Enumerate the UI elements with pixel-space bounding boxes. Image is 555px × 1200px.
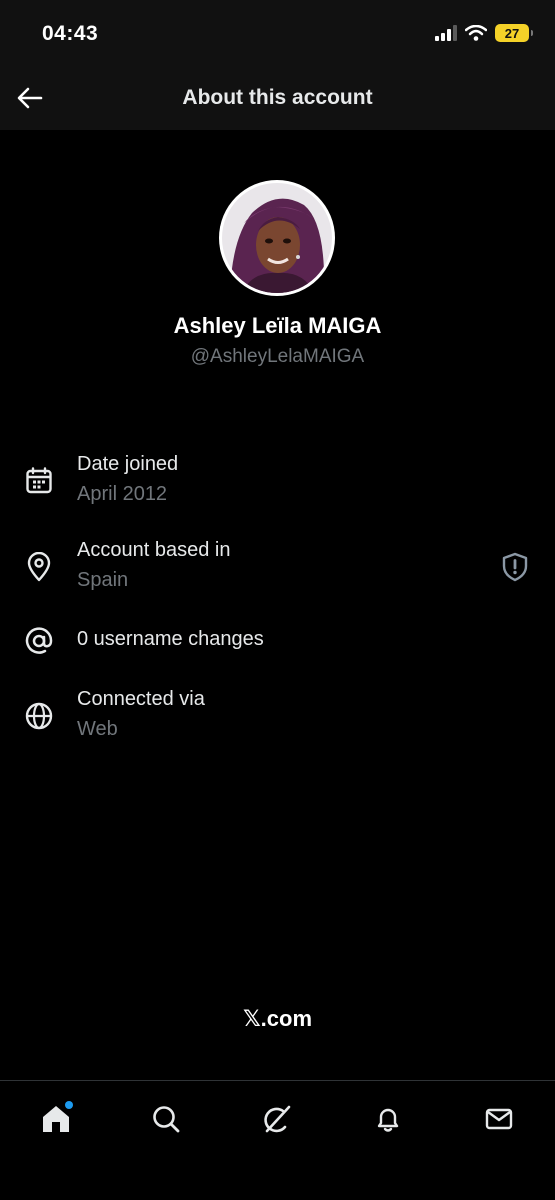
wifi-icon — [465, 25, 487, 41]
username-changes-label: 0 username changes — [77, 628, 264, 650]
nav-home[interactable] — [36, 1099, 76, 1139]
nav-notifications[interactable] — [368, 1099, 408, 1139]
page-title: About this account — [182, 86, 373, 109]
status-time: 04:43 — [42, 22, 99, 45]
nav-search[interactable] — [146, 1099, 186, 1139]
signal-icon — [435, 25, 457, 41]
date-joined-value: April 2012 — [77, 483, 168, 505]
account-based-in-value: Spain — [77, 569, 129, 591]
x-dot-com-link[interactable]: 𝕏.com — [0, 1006, 555, 1032]
mail-icon — [485, 1108, 513, 1130]
calendar-icon — [22, 464, 56, 498]
avatar-image — [222, 183, 332, 293]
nav-messages[interactable] — [479, 1099, 519, 1139]
at-sign-icon — [22, 624, 56, 658]
account-based-in-label: Account based in — [77, 539, 231, 561]
notification-dot — [65, 1101, 73, 1109]
username-handle: @AshleyLelaMAIGA — [190, 346, 365, 367]
battery-indicator: 27 — [495, 24, 533, 42]
connected-via-value: Web — [77, 718, 118, 740]
shield-alert-icon[interactable] — [499, 551, 531, 583]
grok-icon — [264, 1105, 291, 1133]
bell-icon — [377, 1108, 399, 1132]
avatar[interactable] — [219, 180, 335, 296]
display-name: Ashley Leïla MAIGA — [173, 313, 382, 338]
bottom-navigation — [0, 1080, 555, 1200]
connected-via-label: Connected via — [77, 688, 205, 710]
search-icon — [153, 1106, 180, 1133]
nav-grok[interactable] — [257, 1099, 297, 1139]
globe-icon — [22, 699, 56, 733]
status-icons: 27 — [435, 24, 533, 42]
page-header: About this account — [0, 66, 555, 130]
location-pin-icon — [22, 550, 56, 584]
status-bar: 04:43 27 — [0, 0, 555, 66]
date-joined-label: Date joined — [77, 453, 179, 475]
